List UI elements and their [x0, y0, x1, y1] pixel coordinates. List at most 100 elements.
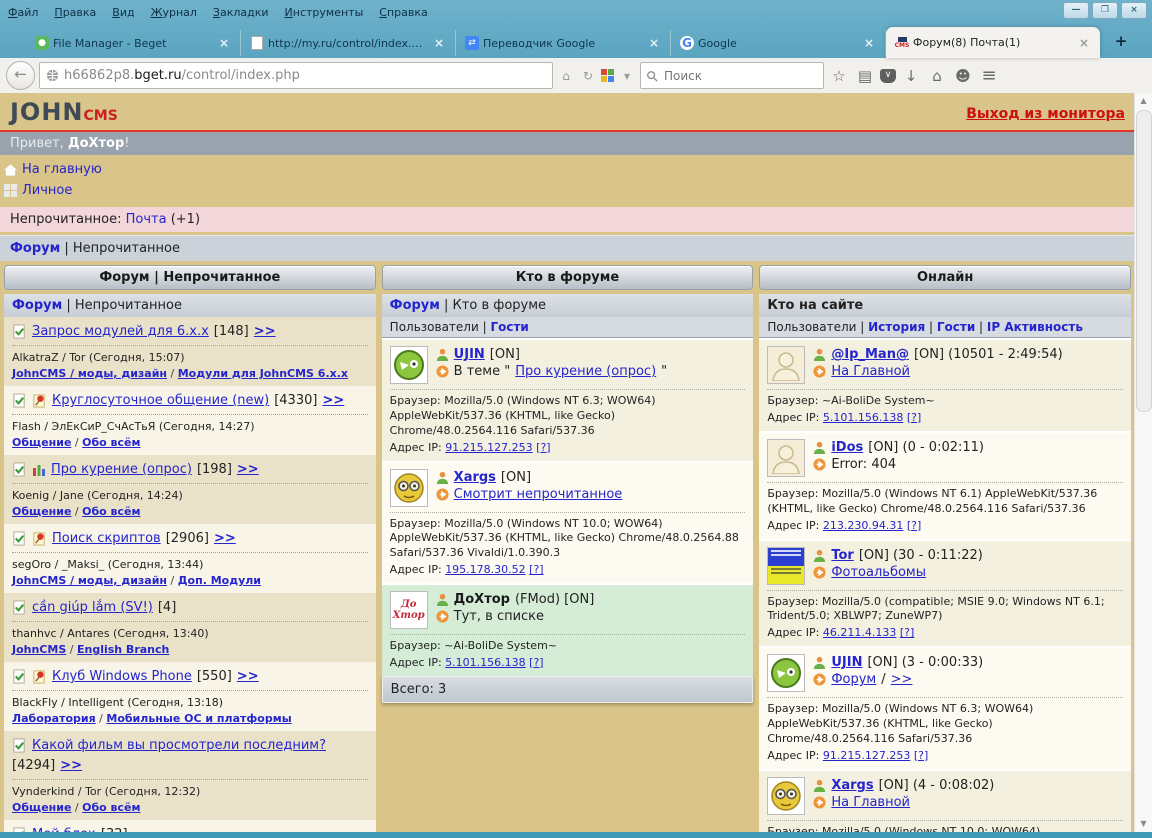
ip-link[interactable]: 195.178.30.52	[445, 563, 525, 576]
tab-close-icon[interactable]: ×	[217, 36, 231, 50]
breadcrumb-forum-link[interactable]: Форум	[10, 241, 60, 256]
category-link[interactable]: Лаборатория	[12, 712, 96, 725]
maximize-button[interactable]: ❐	[1092, 2, 1118, 19]
category-link[interactable]: Обо всём	[82, 801, 140, 814]
ip-link[interactable]: 46.211.4.133	[823, 626, 896, 639]
user-name-link[interactable]: Xargs	[831, 778, 873, 793]
topic-link[interactable]: Круглосуточное общение (new)	[52, 393, 269, 408]
hamburger-menu-icon[interactable]: ≡	[978, 64, 1000, 88]
chat-icon[interactable]: ☻	[952, 64, 974, 88]
user-name-link[interactable]: UJIN	[454, 347, 485, 362]
menu-Правка[interactable]: Правка	[54, 6, 96, 19]
bookmark-home-icon[interactable]: ⌂	[557, 69, 575, 83]
unread-mail-link[interactable]: Почта	[126, 212, 167, 227]
user-location-link[interactable]: На Главной	[831, 364, 910, 379]
ip-help-link[interactable]: [?]	[529, 563, 543, 576]
url-bar[interactable]: h66862p8.bget.ru/control/index.php	[39, 62, 553, 89]
menu-Инструменты[interactable]: Инструменты	[285, 6, 364, 19]
ip-help-link[interactable]: [?]	[914, 749, 928, 762]
apps-dropdown-icon[interactable]: ▾	[618, 69, 636, 83]
logout-link[interactable]: Выход из монитора	[966, 106, 1125, 122]
topic-link[interactable]: Про курение (опрос)	[51, 462, 192, 477]
category-link[interactable]: Общение	[12, 436, 71, 449]
topic-more-link[interactable]: >>	[60, 758, 82, 773]
menu-Журнал[interactable]: Журнал	[151, 6, 197, 19]
minimize-button[interactable]: —	[1063, 2, 1089, 19]
page-scrollbar[interactable]: ▲ ▼	[1134, 93, 1152, 832]
topic-more-link[interactable]: >>	[254, 324, 276, 339]
nav-home-link[interactable]: На главную	[22, 162, 102, 177]
scroll-up-icon[interactable]: ▲	[1135, 93, 1152, 109]
user-name-link[interactable]: Xargs	[454, 470, 496, 485]
menu-Справка[interactable]: Справка	[379, 6, 427, 19]
ip-link[interactable]: 5.101.156.138	[823, 411, 903, 424]
user-location-link[interactable]: Форум	[831, 672, 876, 687]
ip-help-link[interactable]: [?]	[529, 656, 543, 669]
category-link[interactable]: Обо всём	[82, 505, 140, 518]
ip-link[interactable]: 91.215.127.253	[445, 441, 532, 454]
tab-close-icon[interactable]: ×	[432, 36, 446, 50]
category-link[interactable]: JohnCMS / моды, дизайн	[12, 574, 167, 587]
user-name-link[interactable]: UJIN	[831, 655, 862, 670]
user-location-link[interactable]: На Главной	[831, 795, 910, 810]
user-name-link[interactable]: @Ip_Man@	[831, 347, 909, 362]
category-link[interactable]: JohnCMS / моды, дизайн	[12, 367, 167, 380]
category-link[interactable]: English Branch	[77, 643, 169, 656]
topic-link[interactable]: cần giúp lắm (SV!)	[32, 600, 153, 615]
topic-link[interactable]: Клуб Windows Phone	[52, 669, 192, 684]
subtab-link[interactable]: IP Активность	[987, 320, 1083, 334]
tab-close-icon[interactable]: ×	[862, 36, 876, 50]
user-name-link[interactable]: Tor	[831, 548, 853, 563]
menu-Закладки[interactable]: Закладки	[213, 6, 269, 19]
topic-link[interactable]: Поиск скриптов	[52, 531, 161, 546]
apps-icon[interactable]	[601, 69, 614, 82]
forum-link[interactable]: Форум	[390, 298, 440, 313]
menu-Вид[interactable]: Вид	[112, 6, 134, 19]
category-link[interactable]: Общение	[12, 801, 71, 814]
bookmark-star-icon[interactable]: ☆	[828, 64, 850, 88]
user-location-link[interactable]: Фотоальбомы	[831, 565, 926, 580]
topic-link[interactable]: Запрос модулей для 6.х.х	[32, 324, 209, 339]
subtab-link[interactable]: Гости	[937, 320, 975, 334]
home-icon[interactable]: ⌂	[926, 64, 948, 88]
user-name-link[interactable]: iDos	[831, 440, 863, 455]
nav-personal-link[interactable]: Личное	[22, 183, 72, 198]
reading-list-icon[interactable]: ▤	[854, 64, 876, 88]
new-tab-button[interactable]: +	[1108, 31, 1134, 53]
back-button[interactable]: ←	[6, 61, 35, 90]
ip-link[interactable]: 5.101.156.138	[445, 656, 525, 669]
category-link[interactable]: Модули для JohnCMS 6.х.х	[178, 367, 348, 380]
ip-help-link[interactable]: [?]	[900, 626, 914, 639]
topic-more-link[interactable]: >>	[322, 393, 344, 408]
search-box[interactable]	[640, 62, 824, 89]
browser-tab[interactable]: GGoogle×	[671, 30, 886, 56]
category-link[interactable]: Общение	[12, 505, 71, 518]
browser-tab[interactable]: CMSФорум(8) Почта(1)×	[886, 27, 1100, 58]
user-location-link[interactable]: Про курение (опрос)	[515, 364, 656, 379]
tab-close-icon[interactable]: ×	[1077, 36, 1091, 50]
topic-more-link[interactable]: >>	[237, 669, 259, 684]
user-location-link[interactable]: Смотрит непрочитанное	[454, 487, 623, 502]
category-link[interactable]: Обо всём	[82, 436, 140, 449]
category-link[interactable]: Доп. Модули	[178, 574, 261, 587]
search-input[interactable]	[662, 68, 796, 84]
ip-help-link[interactable]: [?]	[907, 411, 921, 424]
ip-link[interactable]: 213.230.94.31	[823, 519, 903, 532]
ip-help-link[interactable]: [?]	[536, 441, 550, 454]
tab-close-icon[interactable]: ×	[647, 36, 661, 50]
ip-link[interactable]: 91.215.127.253	[823, 749, 910, 762]
scrollbar-thumb[interactable]	[1136, 110, 1152, 412]
topic-link[interactable]: Какой фильм вы просмотрели последним?	[32, 738, 326, 753]
topic-more-link[interactable]: >>	[214, 531, 236, 546]
close-button[interactable]: ×	[1121, 2, 1147, 19]
category-link[interactable]: Мобильные ОС и платформы	[106, 712, 291, 725]
topic-more-link[interactable]: >>	[237, 462, 259, 477]
reload-button[interactable]: ↻	[579, 69, 597, 83]
browser-tab[interactable]: ●File Manager - Beget×	[26, 30, 241, 56]
user-location-link[interactable]: >>	[891, 672, 913, 687]
pocket-icon[interactable]: ∨	[880, 69, 896, 83]
ip-help-link[interactable]: [?]	[907, 519, 921, 532]
menu-Файл[interactable]: Файл	[8, 6, 38, 19]
browser-tab[interactable]: ⇄Переводчик Google×	[456, 30, 671, 56]
subtab-link[interactable]: Гости	[490, 320, 528, 334]
